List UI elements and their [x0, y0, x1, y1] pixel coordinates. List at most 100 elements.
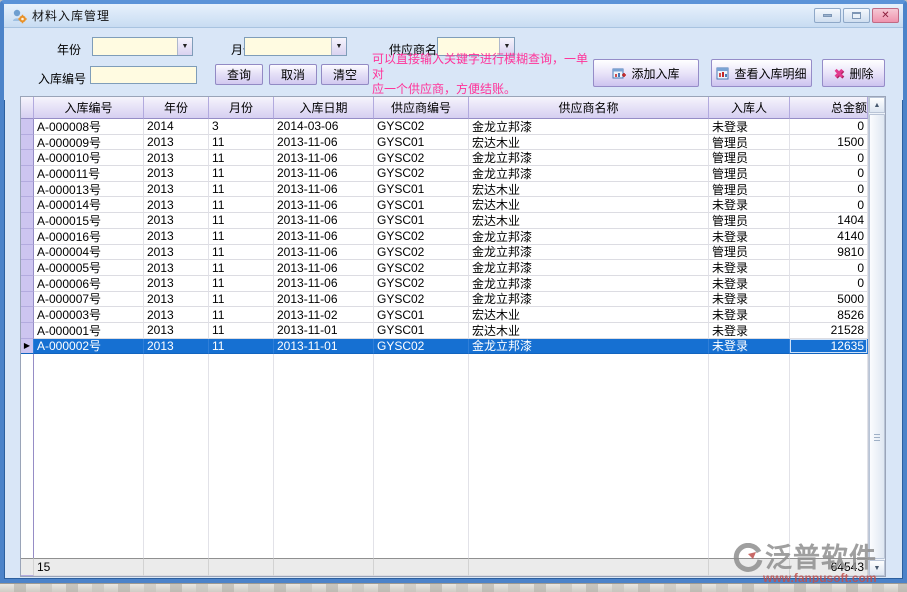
- row-select-marker[interactable]: [21, 213, 34, 229]
- chevron-down-icon[interactable]: ▼: [331, 38, 346, 55]
- cell-year: 2013: [144, 245, 209, 261]
- row-select-marker[interactable]: [21, 276, 34, 292]
- cell-entry-no: A-000010号: [34, 150, 144, 166]
- column-header[interactable]: 供应商名称: [469, 97, 709, 119]
- cell-date: 2013-11-02: [274, 307, 374, 323]
- search-hint-text: 可以直接输入关键字进行模糊查询，一单对 应一个供应商，方便结账。: [372, 52, 597, 97]
- cell-supplier-code: GYSC01: [374, 182, 469, 198]
- row-select-marker[interactable]: [21, 182, 34, 198]
- table-row[interactable]: A-000009号 2013 11 2013-11-06 GYSC01 宏达木业…: [21, 135, 868, 151]
- table-row[interactable]: A-000010号 2013 11 2013-11-06 GYSC02 金龙立邦…: [21, 150, 868, 166]
- clear-button[interactable]: 清空: [321, 64, 369, 85]
- row-select-marker[interactable]: [21, 119, 34, 135]
- filler-cell: [34, 354, 144, 558]
- filter-panel: 年份 ▼ 月份 ▼ 供应商名称 ▼ 入库编号 查询 取消 清空 .sbtn { …: [4, 28, 903, 100]
- cell-entry-no: A-000016号: [34, 229, 144, 245]
- column-header[interactable]: 入库人: [709, 97, 790, 119]
- year-value: [93, 38, 176, 40]
- table-row[interactable]: A-000008号 2014 3 2014-03-06 GYSC02 金龙立邦漆…: [21, 119, 868, 135]
- cancel-button[interactable]: 取消: [269, 64, 317, 85]
- table-row[interactable]: A-000015号 2013 11 2013-11-06 GYSC01 宏达木业…: [21, 213, 868, 229]
- scroll-up-icon[interactable]: ▲: [869, 97, 885, 113]
- vertical-scrollbar[interactable]: ▲ ▼: [868, 97, 885, 576]
- row-select-marker[interactable]: [21, 260, 34, 276]
- cell-operator: 未登录: [709, 260, 790, 276]
- cell-supplier-name: 金龙立邦漆: [469, 276, 709, 292]
- table-row[interactable]: A-000006号 2013 11 2013-11-06 GYSC02 金龙立邦…: [21, 276, 868, 292]
- maximize-button[interactable]: [843, 8, 870, 23]
- scrollbar-thumb[interactable]: [869, 114, 885, 559]
- year-select[interactable]: ▼: [92, 37, 193, 56]
- cell-supplier-code: GYSC02: [374, 276, 469, 292]
- entry-no-input[interactable]: [90, 66, 197, 84]
- cell-date: 2013-11-01: [274, 339, 374, 355]
- cell-entry-no: A-000015号: [34, 213, 144, 229]
- row-select-marker[interactable]: [21, 245, 34, 261]
- table-row[interactable]: A-000001号 2013 11 2013-11-01 GYSC01 宏达木业…: [21, 323, 868, 339]
- taskbar-strip: [0, 583, 907, 592]
- cell-year: 2013: [144, 135, 209, 151]
- cell-year: 2013: [144, 292, 209, 308]
- cell-year: 2013: [144, 182, 209, 198]
- column-header[interactable]: 年份: [144, 97, 209, 119]
- column-header[interactable]: 入库编号: [34, 97, 144, 119]
- cell-supplier-name: 金龙立邦漆: [469, 339, 709, 355]
- column-header[interactable]: 月份: [209, 97, 274, 119]
- close-icon: ✕: [881, 11, 889, 21]
- view-detail-button[interactable]: 查看入库明细: [711, 59, 812, 87]
- minimize-icon: [823, 14, 832, 17]
- year-label: 年份: [57, 41, 81, 58]
- column-header[interactable]: 供应商编号: [374, 97, 469, 119]
- filler-cell: [21, 354, 34, 558]
- table-row[interactable]: A-000005号 2013 11 2013-11-06 GYSC02 金龙立邦…: [21, 260, 868, 276]
- table-row[interactable]: A-000004号 2013 11 2013-11-06 GYSC02 金龙立邦…: [21, 245, 868, 261]
- cell-supplier-code: GYSC01: [374, 307, 469, 323]
- cell-year: 2013: [144, 166, 209, 182]
- month-select[interactable]: ▼: [244, 37, 347, 56]
- cell-date: 2013-11-06: [274, 292, 374, 308]
- query-button[interactable]: 查询: [215, 64, 263, 85]
- row-select-marker[interactable]: ▶: [21, 339, 34, 355]
- cell-supplier-code: GYSC01: [374, 323, 469, 339]
- table-row[interactable]: A-000007号 2013 11 2013-11-06 GYSC02 金龙立邦…: [21, 292, 868, 308]
- cell-amount: 0: [790, 197, 868, 213]
- table-row[interactable]: A-000016号 2013 11 2013-11-06 GYSC02 金龙立邦…: [21, 229, 868, 245]
- cell-supplier-name: 宏达木业: [469, 197, 709, 213]
- cell-month: 11: [209, 135, 274, 151]
- cell-year: 2013: [144, 307, 209, 323]
- row-select-marker[interactable]: [21, 323, 34, 339]
- row-select-marker[interactable]: [21, 197, 34, 213]
- column-header[interactable]: 总金额: [790, 97, 868, 119]
- chevron-down-icon[interactable]: ▼: [177, 38, 192, 55]
- cell-supplier-code: GYSC02: [374, 339, 469, 355]
- row-select-marker[interactable]: [21, 307, 34, 323]
- cell-month: 11: [209, 276, 274, 292]
- delete-button[interactable]: ✖ 删除: [822, 59, 885, 87]
- row-select-marker[interactable]: [21, 166, 34, 182]
- cell-month: 11: [209, 229, 274, 245]
- row-select-marker[interactable]: [21, 150, 34, 166]
- close-button[interactable]: ✕: [872, 8, 899, 23]
- cell-date: 2013-11-06: [274, 260, 374, 276]
- minimize-button[interactable]: [814, 8, 841, 23]
- entries-table: 入库编号 年份 月份 入库日期 供应商编号 供应商名称 入库人 总金额 A-00…: [20, 96, 886, 577]
- table-row[interactable]: A-000011号 2013 11 2013-11-06 GYSC02 金龙立邦…: [21, 166, 868, 182]
- row-select-marker[interactable]: [21, 135, 34, 151]
- table-row[interactable]: A-000013号 2013 11 2013-11-06 GYSC01 宏达木业…: [21, 182, 868, 198]
- add-entry-button[interactable]: 添加入库: [593, 59, 699, 87]
- scroll-down-icon[interactable]: ▼: [869, 560, 885, 576]
- cell-date: 2013-11-06: [274, 150, 374, 166]
- cell-amount: 0: [790, 276, 868, 292]
- cell-operator: 管理员: [709, 150, 790, 166]
- table-row[interactable]: A-000014号 2013 11 2013-11-06 GYSC01 宏达木业…: [21, 197, 868, 213]
- cell-entry-no: A-000002号: [34, 339, 144, 355]
- filler-cell: [274, 354, 374, 558]
- cell-supplier-code: GYSC02: [374, 150, 469, 166]
- table-row[interactable]: A-000003号 2013 11 2013-11-02 GYSC01 宏达木业…: [21, 307, 868, 323]
- row-select-marker[interactable]: [21, 229, 34, 245]
- view-detail-label: 查看入库明细: [734, 65, 806, 82]
- cell-operator: 未登录: [709, 229, 790, 245]
- column-header[interactable]: 入库日期: [274, 97, 374, 119]
- table-row[interactable]: ▶ A-000002号 2013 11 2013-11-01 GYSC02 金龙…: [21, 339, 868, 355]
- row-select-marker[interactable]: [21, 292, 34, 308]
